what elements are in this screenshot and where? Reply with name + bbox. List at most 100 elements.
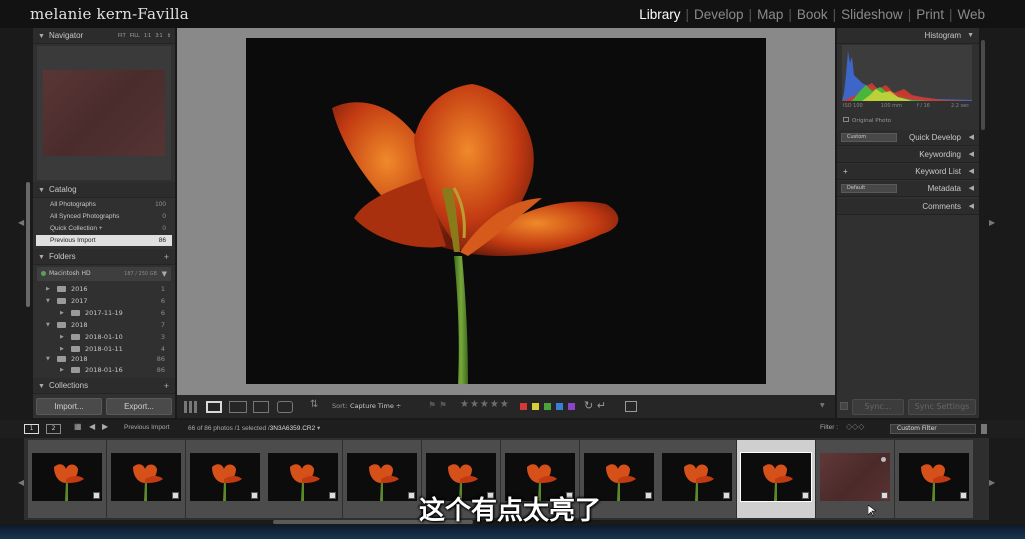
star-rating[interactable]: ★★★★★ — [460, 399, 510, 410]
folder-2018-01-16[interactable]: ▶ 2018-01-16 86 — [37, 364, 171, 376]
bottom-bar — [0, 525, 1025, 539]
catalog-item-previous-import[interactable]: Previous Import 86 — [36, 235, 172, 246]
catalog-item-all-synced[interactable]: All Synced Photographs 0 — [36, 211, 172, 222]
main-photo[interactable] — [246, 38, 766, 384]
filmstrip-thumbnail[interactable] — [264, 440, 343, 518]
folder-2017-11-19[interactable]: ▶ 2017-11-19 6 — [37, 307, 171, 319]
volume-menu-icon[interactable]: ▼ — [162, 267, 167, 281]
module-map[interactable]: Map — [752, 7, 788, 22]
filmstrip-thumbnail-selected[interactable] — [737, 440, 816, 518]
keyword-list-header[interactable]: + Keyword List ◀ — [837, 164, 979, 180]
sort-direction-icon[interactable]: ⇅ — [310, 399, 318, 410]
right-panel-scrollbar[interactable] — [981, 40, 985, 130]
folder-2016[interactable]: ▶ 2016 1 — [37, 283, 171, 295]
color-label-yellow[interactable] — [532, 403, 539, 410]
histogram-header[interactable]: Histogram ▼ — [837, 28, 979, 44]
filmstrip-thumbnail[interactable] — [28, 440, 106, 518]
original-photo-label[interactable]: Original Photo — [843, 117, 891, 124]
loupe-view-icon[interactable] — [206, 401, 222, 413]
grid-view-icon[interactable] — [184, 401, 198, 413]
navigator-preview[interactable] — [37, 46, 171, 180]
people-view-icon[interactable] — [277, 401, 293, 413]
rotate-icons[interactable]: ↻ ↵ — [584, 399, 606, 412]
add-keyword-icon[interactable]: + — [843, 164, 848, 180]
add-folder-icon[interactable]: + — [164, 249, 169, 265]
filmstrip-info[interactable]: 66 of 86 photos /1 selected /3N3A6359.CR… — [188, 424, 320, 432]
filmstrip-thumbnail[interactable] — [185, 440, 264, 518]
toolbar-menu-icon[interactable]: ▼ — [820, 402, 825, 409]
filmstrip-thumbnail[interactable] — [106, 440, 185, 518]
compare-view-icon[interactable] — [229, 401, 247, 413]
filmstrip-thumbnail[interactable] — [894, 440, 973, 518]
edit-badge-icon — [644, 492, 652, 499]
navigator-header[interactable]: ▼ Navigator FIT FILL 1:1 3:1 ⇕ — [33, 28, 175, 44]
grid-icon[interactable]: ▦ — [74, 422, 82, 431]
sync-toggle-icon[interactable] — [840, 402, 848, 410]
color-label-blue[interactable] — [556, 403, 563, 410]
module-develop[interactable]: Develop — [689, 7, 749, 22]
filmstrip-source[interactable]: Previous Import — [124, 424, 170, 431]
primary-display-button[interactable]: 1 — [24, 424, 39, 434]
identity-plate: melanie kern-Favilla — [30, 5, 189, 23]
filter-select[interactable]: Custom Filter — [890, 424, 976, 434]
volume-row[interactable]: Macintosh HD 187 / 250 GB ▼ — [37, 267, 171, 281]
color-label-red[interactable] — [520, 403, 527, 410]
catalog-header[interactable]: ▼ Catalog — [33, 182, 175, 198]
metadata-preset-select[interactable]: Default — [841, 184, 897, 193]
flag-icon[interactable]: ⚑ ⚑ — [428, 401, 447, 411]
edit-badge-icon — [250, 492, 258, 499]
folder-2017[interactable]: ▼ 2017 6 — [37, 295, 171, 307]
module-print[interactable]: Print — [911, 7, 949, 22]
edit-badge-icon — [329, 492, 337, 499]
expand-icon[interactable]: ▶ — [60, 364, 64, 376]
filmstrip-right-arrow-icon[interactable]: ▶ — [989, 478, 995, 487]
left-panel-collapse-icon[interactable]: ◀ — [18, 218, 24, 227]
collapse-icon[interactable]: ▼ — [46, 295, 50, 307]
edit-badge-icon — [802, 492, 810, 499]
right-panel-collapse-icon[interactable]: ▶ — [989, 218, 995, 227]
comments-header[interactable]: Comments ◀ — [837, 199, 979, 215]
filmstrip-thumbnail[interactable] — [658, 440, 737, 518]
folder-2018-01-10[interactable]: ▶ 2018-01-10 3 — [37, 331, 171, 343]
folder-2018-a[interactable]: ▼ 2018 7 — [37, 319, 171, 331]
info-overlay-icon[interactable] — [625, 401, 637, 412]
color-label-purple[interactable] — [568, 403, 575, 410]
sort-select[interactable]: Capture Time ÷ — [350, 402, 401, 410]
sync-button[interactable]: Sync... — [852, 399, 904, 415]
expand-icon[interactable]: ▶ — [60, 307, 64, 319]
histogram[interactable] — [842, 45, 972, 101]
expand-icon[interactable]: ▶ — [46, 283, 50, 295]
thumbnail-image — [740, 452, 813, 502]
left-panel-scrollbar[interactable] — [26, 182, 30, 307]
module-web[interactable]: Web — [952, 7, 990, 22]
folder-icon — [57, 286, 66, 292]
survey-view-icon[interactable] — [253, 401, 269, 413]
filter-lock-icon[interactable] — [981, 424, 987, 434]
sync-settings-button[interactable]: Sync Settings — [908, 399, 976, 415]
volume-name: Macintosh HD — [49, 270, 91, 277]
catalog-item-all-photographs[interactable]: All Photographs 100 — [36, 199, 172, 210]
expand-icon[interactable]: ▶ — [60, 331, 64, 343]
module-library[interactable]: Library — [634, 7, 685, 22]
secondary-display-button[interactable]: 2 — [46, 424, 61, 434]
catalog-item-quick-collection[interactable]: Quick Collection +0 — [36, 223, 172, 234]
folders-header[interactable]: ▼ Folders + — [33, 249, 175, 265]
import-button[interactable]: Import... — [36, 398, 102, 415]
keywording-header[interactable]: Keywording ◀ — [837, 147, 979, 163]
module-slideshow[interactable]: Slideshow — [836, 7, 908, 22]
navigator-zoom-options[interactable]: FIT FILL 1:1 3:1 ⇕ — [118, 28, 171, 44]
collapse-icon[interactable]: ▼ — [46, 319, 50, 331]
color-label-green[interactable] — [544, 403, 551, 410]
forward-arrow-icon[interactable]: ▶ — [102, 422, 108, 431]
add-collection-icon[interactable]: + — [164, 378, 169, 394]
filter-flags-icon[interactable]: ◇◇◇ — [846, 422, 864, 431]
export-button[interactable]: Export... — [106, 398, 172, 415]
checkbox-icon[interactable] — [843, 117, 849, 122]
back-arrow-icon[interactable]: ◀ — [89, 422, 95, 431]
module-book[interactable]: Book — [792, 7, 833, 22]
collections-title: Collections — [48, 381, 89, 390]
quick-develop-preset-select[interactable]: Custom — [841, 133, 897, 142]
collections-header[interactable]: ▼ Collections + — [33, 378, 175, 394]
filmstrip-thumbnail[interactable] — [816, 440, 894, 518]
module-picker: Library | Develop | Map | Book | Slideshow | … — [634, 7, 990, 22]
